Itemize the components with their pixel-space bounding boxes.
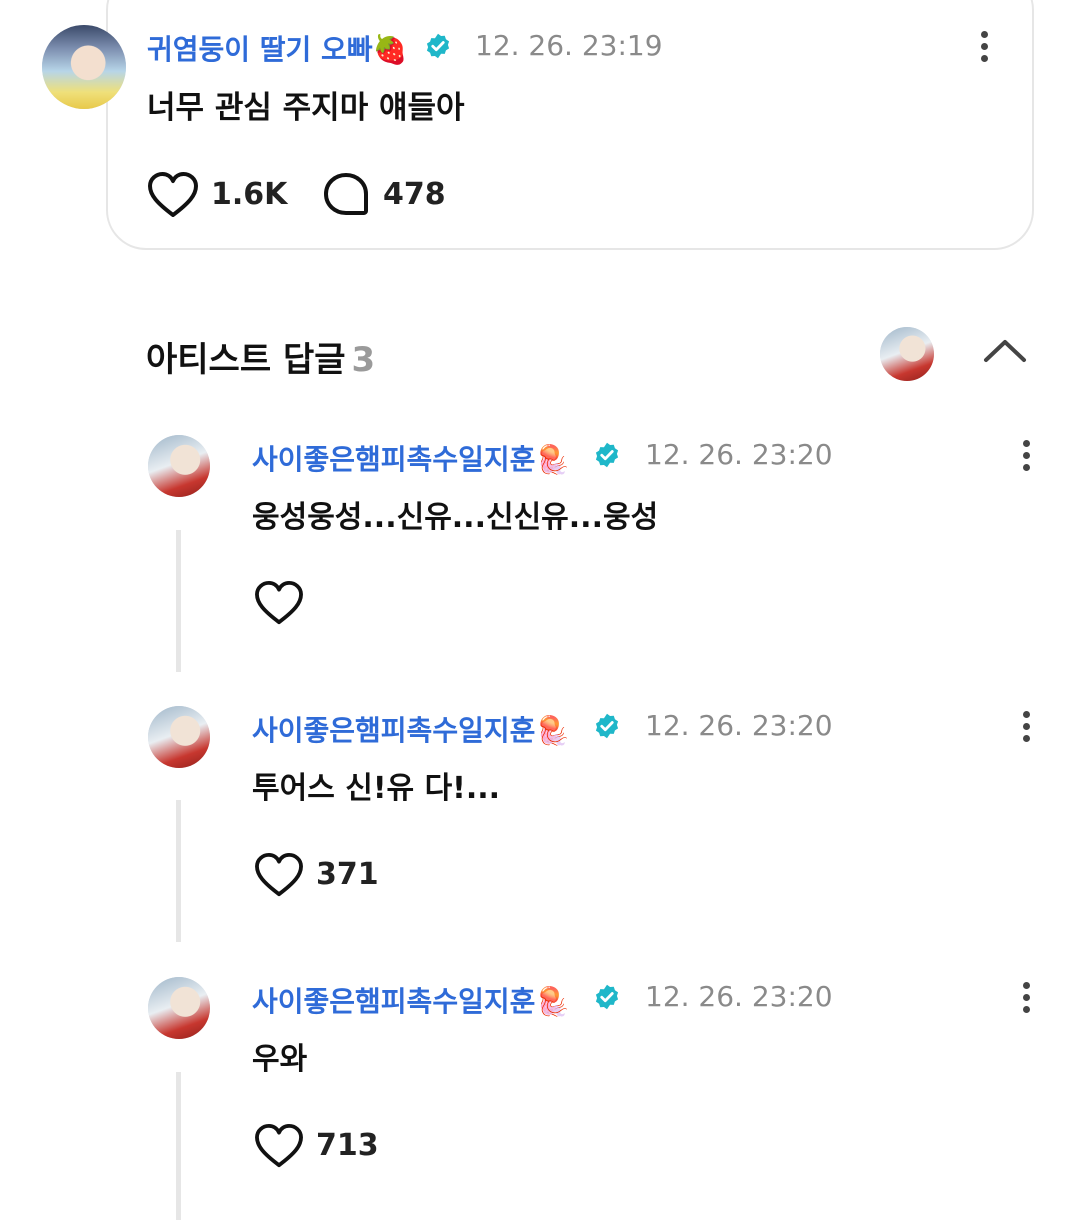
reply-text: 웅성웅성...신유...신신유...웅성 xyxy=(252,500,659,535)
reply-more-icon[interactable] xyxy=(1021,436,1031,476)
thread-line xyxy=(176,530,181,672)
post-author-name[interactable]: 귀염둥이 딸기 오빠🍓 xyxy=(147,28,407,68)
reply-author-name[interactable]: 사이좋은햄피촉수일지훈🪼 xyxy=(252,709,570,749)
heart-icon[interactable] xyxy=(147,171,199,219)
post-author-avatar[interactable] xyxy=(42,25,126,109)
reply-text: 우와 xyxy=(252,1042,308,1077)
reply-text: 투어스 신!유 다!... xyxy=(252,771,501,806)
verified-badge-icon xyxy=(595,713,619,739)
verified-badge-icon xyxy=(595,442,619,468)
verified-badge-icon xyxy=(595,984,619,1010)
post-like-count: 1.6K xyxy=(211,177,288,212)
reply-author-name[interactable]: 사이좋은햄피촉수일지훈🪼 xyxy=(252,438,570,478)
speech-bubble-icon[interactable] xyxy=(323,172,369,218)
post-more-icon[interactable] xyxy=(979,27,989,67)
reply-like-count: 371 xyxy=(316,857,379,892)
artist-replies-label: 아티스트 답글 xyxy=(146,340,346,380)
chevron-up-icon[interactable] xyxy=(983,337,1027,365)
reply-author-name[interactable]: 사이좋은햄피촉수일지훈🪼 xyxy=(252,980,570,1020)
post-comment-count: 478 xyxy=(383,177,446,212)
reply-avatar[interactable] xyxy=(148,977,210,1039)
post-timestamp: 12. 26. 23:19 xyxy=(475,29,663,62)
reply-like-count: 713 xyxy=(316,1128,379,1163)
thread-line xyxy=(176,800,181,942)
reply-avatar[interactable] xyxy=(148,706,210,768)
reply-timestamp: 12. 26. 23:20 xyxy=(645,438,833,471)
artist-replies-title: 아티스트 답글 3 xyxy=(146,332,375,381)
artist-replies-count: 3 xyxy=(351,340,376,380)
artist-avatar[interactable] xyxy=(880,327,934,381)
heart-icon[interactable] xyxy=(254,852,304,898)
verified-badge-icon xyxy=(426,33,450,59)
heart-icon[interactable] xyxy=(254,580,304,626)
heart-icon[interactable] xyxy=(254,1123,304,1169)
reply-timestamp: 12. 26. 23:20 xyxy=(645,709,833,742)
reply-timestamp: 12. 26. 23:20 xyxy=(645,980,833,1013)
thread-line xyxy=(176,1072,181,1220)
post-text: 너무 관심 주지마 얘들아 xyxy=(147,90,465,126)
reply-avatar[interactable] xyxy=(148,435,210,497)
reply-more-icon[interactable] xyxy=(1021,707,1031,747)
reply-more-icon[interactable] xyxy=(1021,978,1031,1018)
